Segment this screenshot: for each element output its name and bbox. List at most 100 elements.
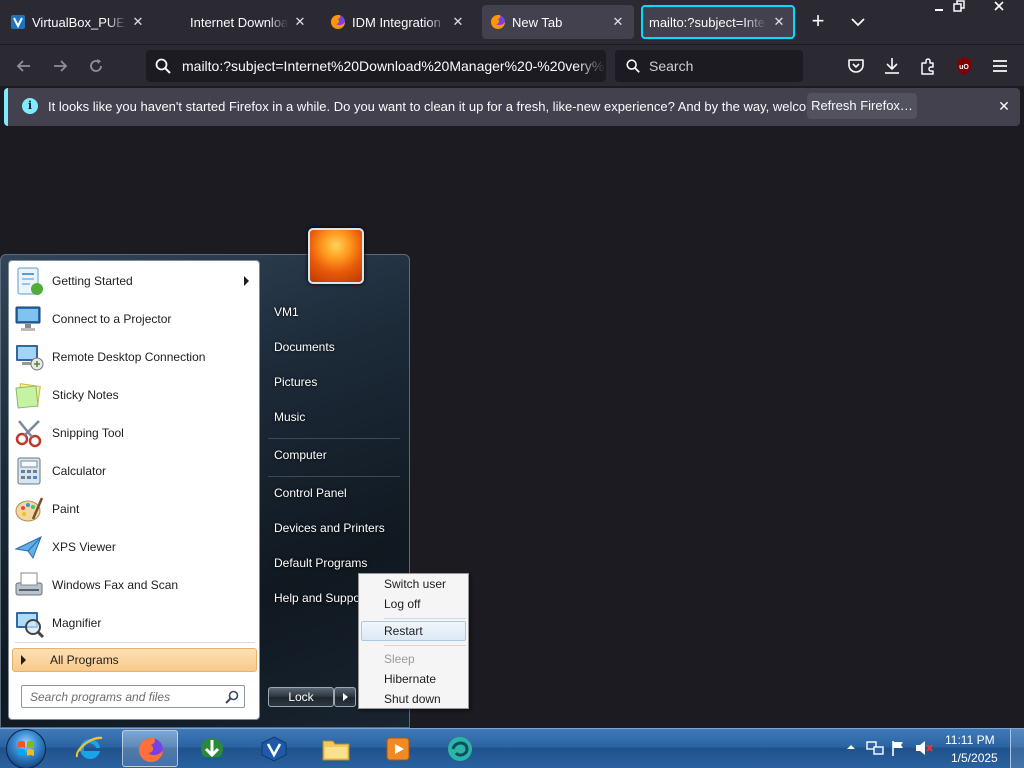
close-icon (994, 1, 1004, 11)
taskbar-internet-explorer[interactable] (62, 730, 118, 767)
link-pictures[interactable]: Pictures (274, 375, 317, 389)
divider (384, 645, 466, 646)
notification-text: It looks like you haven't started Firefo… (48, 99, 859, 114)
address-bar[interactable]: mailto:?subject=Internet%20Download%20Ma… (146, 50, 606, 82)
virtualbox-icon (261, 736, 287, 762)
network-icon[interactable] (866, 740, 884, 756)
taskbar-media-player[interactable] (370, 730, 426, 767)
program-snipping-tool[interactable]: Snipping Tool (9, 414, 261, 452)
forward-button[interactable] (46, 53, 74, 79)
shutdown-options-button[interactable] (334, 687, 356, 707)
taskbar-virtualbox[interactable] (246, 730, 302, 767)
link-music[interactable]: Music (274, 410, 305, 424)
start-button[interactable] (6, 729, 46, 768)
link-default-programs[interactable]: Default Programs (274, 556, 367, 570)
tab-label: mailto:?subject=Interne (649, 14, 767, 30)
program-fax-scan[interactable]: Windows Fax and Scan (9, 566, 261, 604)
reload-button[interactable] (82, 53, 110, 79)
refresh-firefox-button[interactable]: Refresh Firefox… (807, 93, 917, 119)
program-paint[interactable]: Paint (9, 490, 261, 528)
firefox-icon (331, 15, 345, 29)
ublock-origin-icon[interactable]: uO (954, 56, 974, 76)
link-user-folder[interactable]: VM1 (274, 305, 299, 319)
chevron-down-icon[interactable] (848, 10, 868, 34)
calculator-icon (17, 457, 41, 485)
paint-icon (15, 497, 44, 522)
tab-new-tab[interactable]: New Tab ✕ (482, 5, 634, 39)
xps-viewer-icon (14, 536, 42, 560)
clock-date[interactable]: 1/5/2025 (951, 751, 998, 765)
download-icon[interactable] (882, 56, 902, 76)
action-center-flag-icon[interactable] (890, 739, 906, 757)
program-label: Paint (52, 502, 80, 516)
link-devices-printers[interactable]: Devices and Printers (274, 521, 385, 535)
program-remote-desktop[interactable]: Remote Desktop Connection (9, 338, 261, 376)
divider (15, 642, 255, 643)
menu-item-restart[interactable]: Restart (361, 621, 466, 641)
search-icon (155, 58, 171, 74)
firefox-icon (491, 15, 505, 29)
show-desktop-button[interactable] (1010, 729, 1024, 768)
internet-explorer-icon (75, 736, 103, 759)
link-control-panel[interactable]: Control Panel (274, 486, 347, 500)
restore-icon (953, 0, 965, 12)
back-button[interactable] (10, 53, 38, 79)
extensions-icon[interactable] (918, 56, 938, 76)
link-computer[interactable]: Computer (274, 448, 327, 462)
user-avatar[interactable] (308, 228, 364, 284)
pocket-icon[interactable] (846, 56, 866, 76)
program-sticky-notes[interactable]: Sticky Notes (9, 376, 261, 414)
program-connect-projector[interactable]: Connect to a Projector (9, 300, 261, 338)
tab-virtualbox[interactable]: VirtualBox_PUEL – L ✕ (2, 5, 154, 39)
clock-time[interactable]: 11:11 PM (945, 733, 995, 747)
tab-label: New Tab (512, 14, 563, 30)
tab-idm-integration[interactable]: IDM Integration Mo ✕ (322, 5, 474, 39)
menu-item-log-off[interactable]: Log off (361, 594, 466, 614)
taskbar-idm[interactable] (184, 730, 240, 767)
search-bar[interactable]: Search (615, 50, 803, 82)
program-calculator[interactable]: Calculator (9, 452, 261, 490)
lock-button[interactable]: Lock (268, 687, 334, 707)
close-icon[interactable]: ✕ (994, 96, 1014, 116)
link-documents[interactable]: Documents (274, 340, 335, 354)
taskbar-firefox[interactable] (122, 730, 178, 767)
new-tab-button[interactable]: + (806, 10, 830, 34)
menu-item-hibernate[interactable]: Hibernate (361, 669, 466, 689)
close-icon[interactable]: ✕ (450, 14, 466, 30)
reload-icon (90, 59, 102, 72)
program-xps-viewer[interactable]: XPS Viewer (9, 528, 261, 566)
close-window-button[interactable] (984, 0, 1014, 18)
search-placeholder: Search programs and files (30, 690, 171, 704)
search-icon (626, 59, 640, 73)
close-icon[interactable]: ✕ (610, 14, 626, 30)
arrow-right-icon (21, 655, 26, 665)
show-hidden-icons-icon[interactable] (846, 742, 856, 752)
fax-scan-icon (15, 572, 43, 596)
hamburger-menu-icon[interactable] (990, 56, 1010, 76)
volume-muted-icon[interactable] (914, 739, 934, 757)
all-programs-button[interactable]: All Programs (12, 648, 257, 672)
program-magnifier[interactable]: Magnifier (9, 604, 261, 642)
close-icon[interactable]: ✕ (130, 14, 146, 30)
tab-mailto[interactable]: mailto:?subject=Interne ✕ (641, 5, 795, 39)
tab-internet-download[interactable]: Internet Download M ✕ (160, 5, 316, 39)
taskbar-file-explorer[interactable] (308, 730, 364, 767)
remote-desktop-icon (16, 345, 44, 371)
virtualbox-icon (11, 15, 25, 29)
program-label: Sticky Notes (52, 388, 119, 402)
taskbar-app[interactable] (432, 730, 488, 767)
link-help-support[interactable]: Help and Support (274, 591, 367, 605)
shutdown-options-menu: Switch user Log off Restart Sleep Hibern… (358, 573, 469, 709)
program-label: Snipping Tool (52, 426, 124, 440)
sticky-notes-icon (15, 383, 41, 409)
menu-item-shut-down[interactable]: Shut down (361, 689, 466, 709)
forward-arrow-icon (54, 60, 68, 72)
restore-button[interactable] (944, 0, 974, 18)
menu-item-switch-user[interactable]: Switch user (361, 574, 466, 594)
menu-item-sleep: Sleep (384, 652, 415, 666)
program-getting-started[interactable]: Getting Started (9, 262, 261, 300)
divider (268, 438, 400, 439)
close-icon[interactable]: ✕ (292, 14, 308, 30)
search-programs-input[interactable]: Search programs and files (21, 685, 245, 708)
close-icon[interactable]: ✕ (771, 14, 787, 30)
